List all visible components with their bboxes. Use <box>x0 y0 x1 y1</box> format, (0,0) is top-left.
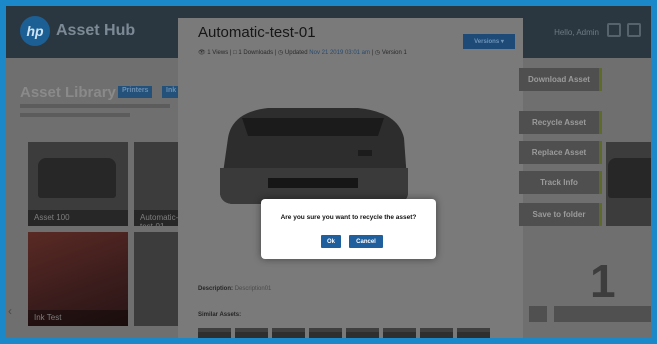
printer-thumbnail <box>608 158 651 198</box>
asset-tile[interactable]: Automatic-test-01 <box>134 142 178 226</box>
description-row: Description: Description01 <box>198 286 271 292</box>
asset-tile-caption: Automatic-test-01 <box>134 210 178 226</box>
library-title: Asset Library <box>20 84 116 101</box>
user-greeting[interactable]: Hello, Admin <box>554 28 599 37</box>
asset-meta: 👁 1 Views | □ 1 Downloads | ◷ Updated No… <box>198 50 407 56</box>
versions-button[interactable]: Versions ▾ <box>463 34 515 49</box>
asset-tile[interactable]: Asset 100 <box>28 142 128 226</box>
asset-hub-app: hp Asset Hub Hello, Admin Asset Library … <box>6 6 651 338</box>
chevron-down-icon: ▾ <box>500 39 504 45</box>
similar-asset-thumbnail[interactable] <box>457 328 490 338</box>
scroll-left-arrow-icon[interactable]: ‹ <box>8 304 12 318</box>
versions-label: Versions <box>474 38 500 45</box>
cancel-button[interactable]: Cancel <box>349 235 383 248</box>
similar-asset-thumbnail[interactable] <box>383 328 416 338</box>
library-subtitle-line <box>20 113 130 117</box>
download-asset-button[interactable]: Download Asset <box>519 68 602 91</box>
library-subtitle-line <box>20 104 170 108</box>
asset-tile-caption: Asset 100 <box>28 210 128 226</box>
download-count: 1 Downloads <box>238 50 274 56</box>
hp-logo: hp <box>20 16 50 46</box>
asset-detail-modal: Automatic-test-01 👁 1 Views | □ 1 Downlo… <box>178 18 523 338</box>
similar-asset-thumbnail[interactable] <box>346 328 379 338</box>
download-icon: □ <box>233 50 237 56</box>
similar-assets-label: Similar Assets: <box>198 312 242 318</box>
description-value: Description01 <box>234 286 272 292</box>
similar-asset-thumbnail[interactable] <box>235 328 268 338</box>
brand-name: Asset Hub <box>56 22 136 39</box>
printer-thumbnail <box>38 158 116 198</box>
version-value[interactable]: 1 <box>404 50 407 56</box>
replace-asset-button[interactable]: Replace Asset <box>519 141 602 164</box>
similar-asset-thumbnail[interactable] <box>272 328 305 338</box>
similar-assets-list <box>198 328 490 338</box>
eye-icon: 👁 <box>198 50 206 56</box>
updated-label: Updated <box>284 50 308 56</box>
version-icon: ◷ <box>374 50 381 56</box>
similar-asset-thumbnail[interactable] <box>309 328 342 338</box>
ok-button[interactable]: Ok <box>321 235 341 248</box>
background-bar <box>529 306 547 322</box>
track-info-button[interactable]: Track Info <box>519 171 602 194</box>
clock-icon: ◷ <box>278 50 284 56</box>
similar-asset-thumbnail[interactable] <box>198 328 231 338</box>
asset-title: Automatic-test-01 <box>198 24 316 41</box>
version-label: Version <box>381 50 402 56</box>
printer-image <box>220 108 408 204</box>
updated-date: Nov 21 2019 03:01 am <box>309 50 370 56</box>
notification-icon[interactable] <box>607 23 621 37</box>
recycle-confirm-dialog: Are you sure you want to recycle the ass… <box>261 199 436 259</box>
save-to-folder-button[interactable]: Save to folder <box>519 203 602 226</box>
description-label: Description: <box>198 286 234 292</box>
asset-preview <box>208 98 418 208</box>
background-bar <box>554 306 651 322</box>
view-count: 1 Views <box>207 50 229 56</box>
asset-tile-caption: Ink Test <box>28 310 128 326</box>
filter-chip[interactable]: Printers <box>118 86 153 98</box>
confirm-message: Are you sure you want to recycle the ass… <box>280 214 417 221</box>
similar-asset-thumbnail[interactable] <box>420 328 453 338</box>
recycle-asset-button[interactable]: Recycle Asset <box>519 111 602 134</box>
asset-tile[interactable] <box>134 232 178 326</box>
page-counter-graphic: 1 <box>590 255 616 307</box>
asset-tile[interactable] <box>606 142 651 226</box>
cart-icon[interactable] <box>627 23 641 37</box>
asset-tile[interactable]: Ink Test <box>28 232 128 326</box>
